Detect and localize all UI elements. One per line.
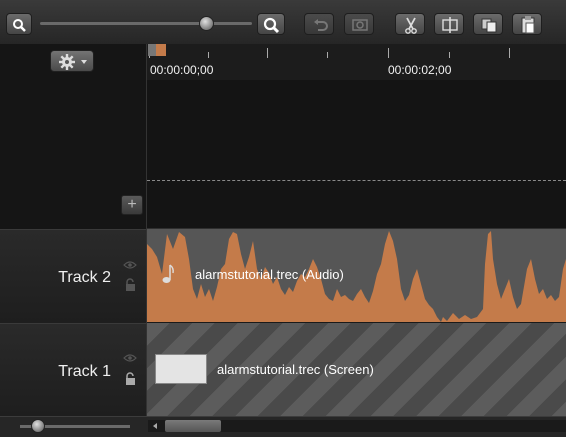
timeline-empty-area[interactable]: [147, 80, 566, 229]
paste-icon: [521, 16, 535, 34]
track-header-1[interactable]: Track 1: [0, 323, 146, 416]
ruler-tick: [509, 48, 510, 58]
gear-icon: [59, 54, 87, 70]
paste-button[interactable]: [512, 13, 542, 35]
zoom-in-button[interactable]: [257, 13, 285, 35]
split-icon: [442, 17, 458, 33]
ruler-tick: [388, 48, 389, 58]
chevron-down-icon: [81, 60, 87, 64]
lock-icon[interactable]: [123, 372, 137, 386]
copy-icon: [481, 18, 497, 33]
track-label: Track 2: [58, 269, 111, 286]
eye-icon[interactable]: [123, 260, 137, 270]
timeline-ruler[interactable]: 00:00:00;00 00:00:02;00: [147, 44, 566, 80]
cut-button[interactable]: [395, 13, 425, 35]
scroll-left-icon[interactable]: [150, 421, 160, 431]
lock-icon[interactable]: [123, 278, 137, 292]
ruler-tick: [449, 52, 450, 58]
screen-clip-name: alarmstutorial.trec (Screen): [217, 362, 374, 377]
screen-clip-thumbnail: [155, 354, 207, 384]
drop-zone-divider: [147, 180, 566, 181]
cut-icon: [405, 17, 417, 34]
zoom-slider-track[interactable]: [40, 22, 252, 25]
ruler-tick: [267, 48, 268, 58]
ruler-tick: [327, 52, 328, 58]
ruler-tick: [208, 52, 209, 58]
music-note-icon: [162, 264, 174, 283]
audio-clip-name: alarmstutorial.trec (Audio): [195, 267, 344, 282]
timecode-label: 00:00:00;00: [150, 63, 214, 77]
undo-icon: [314, 19, 328, 31]
track-header-2[interactable]: Track 2: [0, 229, 146, 323]
track-1-lane[interactable]: alarmstutorial.trec (Screen): [147, 323, 566, 416]
zoom-in-icon: [263, 17, 280, 34]
undo-button[interactable]: [304, 13, 334, 35]
zoom-out-icon: [13, 19, 26, 32]
redo-icon: [352, 19, 368, 31]
copy-button[interactable]: [473, 13, 503, 35]
split-button[interactable]: [434, 13, 464, 35]
zoom-out-button[interactable]: [6, 13, 32, 35]
zoom-slider-handle[interactable]: [199, 16, 214, 31]
toolbar: [0, 0, 566, 45]
track-2-lane[interactable]: alarmstutorial.trec (Audio): [147, 229, 566, 322]
add-track-button[interactable]: +: [121, 195, 143, 215]
track-height-slider-handle[interactable]: [31, 419, 45, 433]
horizontal-scrollbar-thumb[interactable]: [165, 420, 221, 432]
track-options-button[interactable]: [50, 50, 94, 72]
eye-icon[interactable]: [123, 353, 137, 363]
playhead-handle[interactable]: [148, 44, 168, 58]
redo-button[interactable]: [344, 13, 374, 35]
track-label: Track 1: [58, 363, 111, 380]
timecode-label: 00:00:02;00: [388, 63, 452, 77]
